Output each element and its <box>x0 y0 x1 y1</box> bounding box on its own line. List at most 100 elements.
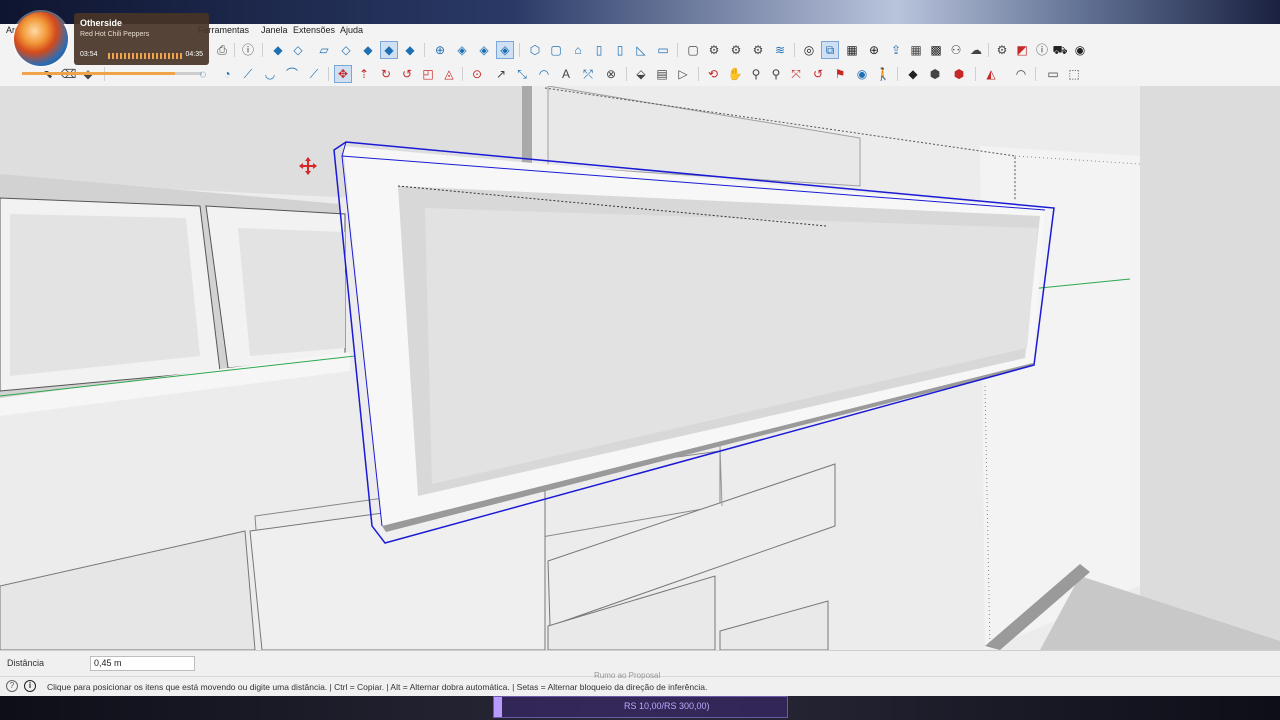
freehand-icon[interactable]: ⟋ <box>306 66 322 82</box>
music-widget[interactable]: Otherside Red Hot Chili Peppers 03:54 04… <box>74 13 209 65</box>
scale-icon[interactable]: ◰ <box>420 66 436 82</box>
account-icon[interactable]: ◉ <box>1072 42 1088 58</box>
zoom-extents-icon[interactable]: ⤧ <box>788 66 804 82</box>
shaded-icon[interactable]: ⬡ <box>527 42 543 58</box>
toolbar-divider <box>975 67 976 81</box>
follow-me-icon[interactable]: ↺ <box>399 66 415 82</box>
tag-tool-icon[interactable]: ▤ <box>654 66 670 82</box>
cart-icon[interactable]: ⛟ <box>1052 42 1068 58</box>
monochrome-icon[interactable]: ⌂ <box>570 42 586 58</box>
side-wall <box>1140 86 1280 650</box>
measurements-input[interactable]: 0,45 m <box>90 656 195 671</box>
sandbox-icon[interactable]: ⬢ <box>927 66 943 82</box>
donation-text: RS 10,00/RS 300,00) <box>624 701 710 711</box>
info-icon[interactable]: ⓘ <box>1034 42 1050 58</box>
model-viewport[interactable] <box>0 86 1280 650</box>
tag-icon[interactable]: ⧉ <box>821 41 839 59</box>
toolbar-divider <box>234 43 235 57</box>
rotate-icon[interactable]: ↻ <box>378 66 394 82</box>
polygon-icon[interactable]: ⌒ <box>284 66 300 82</box>
model-info-icon[interactable]: ⓘ <box>240 42 256 58</box>
question-icon[interactable]: ? <box>6 680 18 692</box>
axes-icon[interactable]: ⤱ <box>580 66 596 82</box>
back-view-icon[interactable]: ◆ <box>360 42 376 58</box>
extension-warehouse-icon[interactable]: ◺ <box>633 42 649 58</box>
pan-icon[interactable]: ✋ <box>727 66 743 82</box>
walk-icon[interactable]: 🚶 <box>875 66 891 82</box>
curve-icon[interactable]: ◠ <box>1013 66 1029 82</box>
offset-icon[interactable]: ◬ <box>441 66 457 82</box>
zoom-window-icon[interactable]: ⚲ <box>768 66 784 82</box>
xray-icon[interactable]: ⊕ <box>432 42 448 58</box>
tape-icon[interactable]: ⊙ <box>469 66 485 82</box>
paint-bucket-icon[interactable]: ⬙ <box>633 66 649 82</box>
donation-bar[interactable]: RS 10,00/RS 300,00) <box>493 696 788 718</box>
wireframe-icon[interactable]: ◈ <box>476 42 492 58</box>
bottom-view-icon[interactable]: ◆ <box>402 42 418 58</box>
group-icon[interactable]: ⚙ <box>750 42 766 58</box>
menu-item-window[interactable]: Janela <box>261 25 288 35</box>
shaded-texture-icon[interactable]: ▢ <box>548 42 564 58</box>
puzzle-icon[interactable]: ⚇ <box>948 42 964 58</box>
dimension-icon[interactable]: ↗ <box>493 66 509 82</box>
toolbar-divider <box>698 67 699 81</box>
tile-left-2-face <box>238 228 345 356</box>
tile-left-1-face <box>10 214 200 376</box>
scenes-panel-icon[interactable]: ▦ <box>844 42 860 58</box>
checker-icon[interactable]: ▩ <box>928 42 944 58</box>
front-view-icon[interactable]: ▱ <box>316 42 332 58</box>
top-view-icon[interactable]: ◇ <box>290 42 306 58</box>
section-plane-icon[interactable]: ⊗ <box>603 66 619 82</box>
look-around-icon[interactable]: ◉ <box>854 66 870 82</box>
scenes-icon[interactable]: ▭ <box>1045 66 1061 82</box>
gear-outline-icon[interactable]: ⚙ <box>706 42 722 58</box>
cloud-icon[interactable]: ▭ <box>655 42 671 58</box>
component-tool-icon[interactable]: ▷ <box>675 66 691 82</box>
right-view-icon[interactable]: ◇ <box>338 42 354 58</box>
status-bar: ? i Clique para posicionar os itens que … <box>0 671 1280 697</box>
toolbar-divider <box>626 67 627 81</box>
back-edges-icon[interactable]: ◈ <box>454 42 470 58</box>
gear-search-icon[interactable]: ⚙ <box>728 42 744 58</box>
crop-icon[interactable]: ⬚ <box>1066 66 1082 82</box>
orbit-icon[interactable]: ⟲ <box>705 66 721 82</box>
taskbar: RS 10,00/RS 300,00) <box>0 696 1280 720</box>
component-icon[interactable]: ▢ <box>685 42 701 58</box>
push-pull-icon[interactable]: ⇡ <box>356 66 372 82</box>
mirror-icon[interactable]: ≋ <box>772 42 788 58</box>
protractor-icon[interactable]: ⤡ <box>514 66 530 82</box>
iso-view-icon[interactable]: ◆ <box>270 42 286 58</box>
materials-icon[interactable]: ▦ <box>908 42 924 58</box>
move-icon[interactable]: ✥ <box>334 65 352 83</box>
toolbar-divider <box>328 67 329 81</box>
prism-icon[interactable]: ◭ <box>983 66 999 82</box>
zoom-icon[interactable]: ⚲ <box>748 66 764 82</box>
waveform-icon <box>108 53 182 59</box>
warehouse-icon[interactable]: ▯ <box>612 42 628 58</box>
previous-view-icon[interactable]: ↺ <box>810 66 826 82</box>
playback-progress[interactable] <box>22 72 202 75</box>
arc-icon[interactable]: ◔ <box>219 66 235 82</box>
upload-icon[interactable]: ⇪ <box>888 42 904 58</box>
toolbar-divider <box>424 43 425 57</box>
menu-item-help[interactable]: Ajuda <box>340 25 363 35</box>
add-icon[interactable]: ⊕ <box>866 42 882 58</box>
outliner-icon[interactable]: ◎ <box>801 42 817 58</box>
model-canvas[interactable] <box>0 86 1280 650</box>
menu-item-extensions[interactable]: Extensões <box>293 25 335 35</box>
text-icon[interactable]: ◠ <box>536 66 552 82</box>
settings-icon[interactable]: ⚙ <box>994 42 1010 58</box>
solid-tools-icon[interactable]: ◆ <box>905 66 921 82</box>
rectangle-icon[interactable]: ⟋ <box>240 66 256 82</box>
house-icon[interactable]: ▯ <box>591 42 607 58</box>
circle-icon[interactable]: ◡ <box>262 66 278 82</box>
styles-icon[interactable]: ⬢ <box>951 66 967 82</box>
hidden-line-icon[interactable]: ◈ <box>496 41 514 59</box>
left-view-icon[interactable]: ◆ <box>380 41 398 59</box>
position-camera-icon[interactable]: ⚑ <box>832 66 848 82</box>
cloud-upload-icon[interactable]: ☁ <box>968 42 984 58</box>
3d-text-icon[interactable]: A <box>558 66 574 82</box>
info-icon[interactable]: i <box>24 680 36 692</box>
layout-icon[interactable]: ◩ <box>1014 42 1030 58</box>
print-icon[interactable]: ⎙ <box>214 42 230 58</box>
